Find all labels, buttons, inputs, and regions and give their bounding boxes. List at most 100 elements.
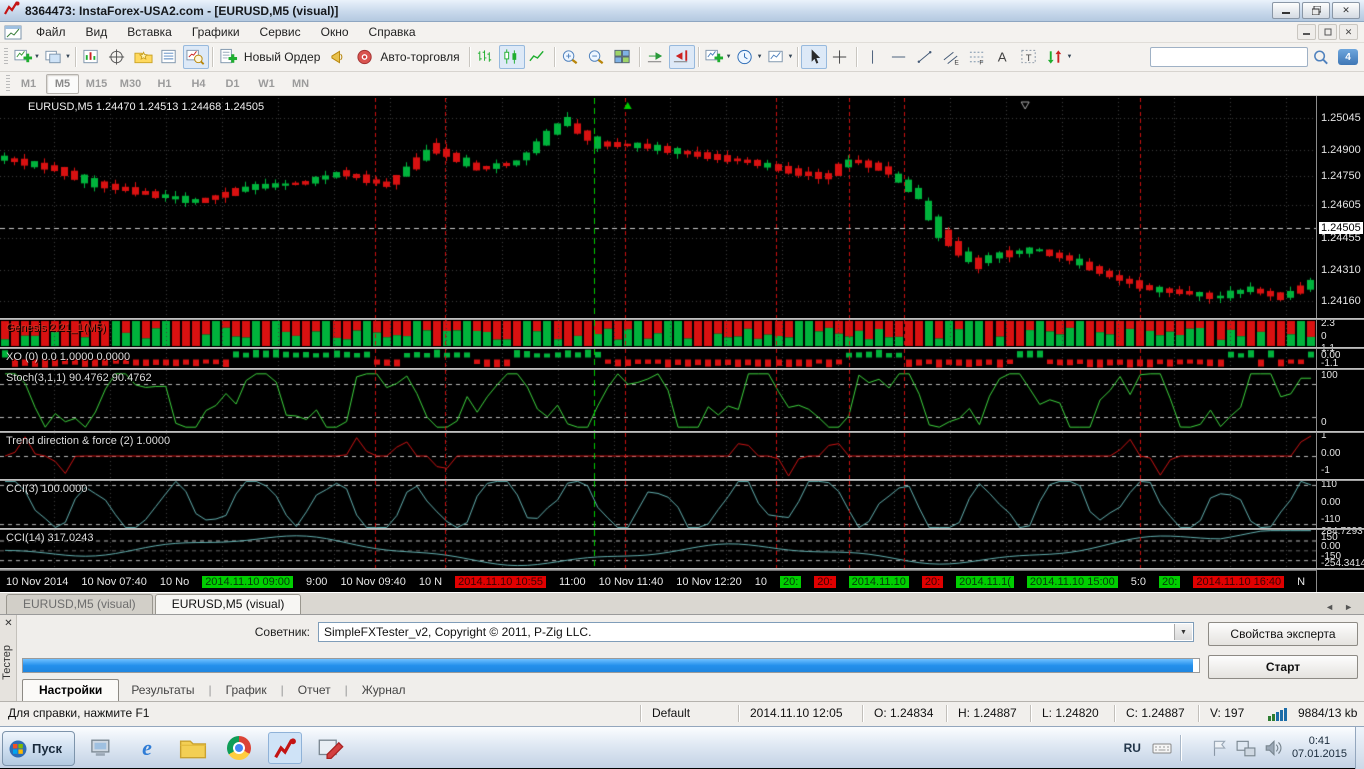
timeframe-M1[interactable]: M1: [12, 74, 45, 94]
tester-tab-3[interactable]: Отчет: [286, 680, 343, 700]
candlestick-mode-button[interactable]: [499, 45, 525, 69]
zoom-in-button[interactable]: [558, 45, 584, 69]
market-watch-button[interactable]: [79, 45, 105, 69]
tile-windows-button[interactable]: [610, 45, 636, 69]
metatrader-taskbar-icon[interactable]: [268, 732, 302, 764]
timeframe-D1[interactable]: D1: [216, 74, 249, 94]
auto-scroll-button[interactable]: [643, 45, 669, 69]
tester-tab-0[interactable]: Настройки: [22, 679, 119, 702]
zoom-out-button[interactable]: [584, 45, 610, 69]
menu-item-0[interactable]: Файл: [26, 23, 76, 41]
internet-explorer-icon[interactable]: e: [130, 732, 164, 764]
timeframe-MN[interactable]: MN: [284, 74, 317, 94]
profiles-button-dropdown-icon[interactable]: ▼: [65, 54, 71, 60]
tester-close-icon[interactable]: ✕: [2, 617, 15, 630]
minimize-button[interactable]: [1272, 2, 1300, 19]
restore-button[interactable]: [1302, 2, 1330, 19]
horizontal-line-tool[interactable]: [886, 45, 912, 69]
panel-separator[interactable]: [0, 318, 1364, 320]
trend-panel-canvas[interactable]: [0, 433, 1316, 479]
stoch-panel-canvas[interactable]: [0, 370, 1316, 431]
text-label-tool[interactable]: T: [1016, 45, 1042, 69]
auto-trading-label[interactable]: Авто-торговля: [380, 50, 459, 64]
templates-button[interactable]: [764, 45, 790, 69]
toolbar-grip[interactable]: [6, 75, 10, 93]
new-order-label[interactable]: Новый Ордер: [244, 50, 320, 64]
trendline-tool[interactable]: [912, 45, 938, 69]
periods-button-dropdown-icon[interactable]: ▼: [757, 54, 763, 60]
menu-item-6[interactable]: Справка: [359, 23, 426, 41]
child-minimize-button[interactable]: [1297, 24, 1316, 40]
speaker-icon[interactable]: [1264, 739, 1284, 757]
timeframe-M5[interactable]: M5: [46, 74, 79, 94]
chart-shift-button[interactable]: [669, 45, 695, 69]
timeframe-H4[interactable]: H4: [182, 74, 215, 94]
strategy-tester-button[interactable]: [183, 45, 209, 69]
panel-separator[interactable]: [0, 431, 1364, 433]
menu-item-1[interactable]: Вид: [76, 23, 118, 41]
start-button-taskbar[interactable]: Пуск: [2, 731, 75, 766]
search-icon[interactable]: [1308, 45, 1334, 69]
chart-window-icon[interactable]: [0, 20, 26, 44]
editor-app-icon[interactable]: [314, 732, 348, 764]
sound-button[interactable]: [326, 45, 352, 69]
tray-expand-chevron-icon[interactable]: [1188, 740, 1202, 756]
tester-tab-1[interactable]: Результаты: [119, 680, 206, 700]
xo-panel-canvas[interactable]: [0, 349, 1316, 368]
new-chart-button-dropdown-icon[interactable]: ▼: [34, 54, 40, 60]
text-tool[interactable]: A: [990, 45, 1016, 69]
folder-icon[interactable]: [176, 732, 210, 764]
search-input[interactable]: [1150, 47, 1308, 67]
time-axis[interactable]: 10 Nov 201410 Nov 07:4010 No2014.11.10 0…: [0, 570, 1316, 592]
bar-chart-mode-button[interactable]: [473, 45, 499, 69]
indicators-button-dropdown-icon[interactable]: ▼: [726, 54, 732, 60]
crosshair-window-button[interactable]: [105, 45, 131, 69]
timeframe-M30[interactable]: M30: [114, 74, 147, 94]
new-order-button[interactable]: [216, 45, 242, 69]
vertical-line-tool[interactable]: [860, 45, 886, 69]
auto-trading-button[interactable]: [352, 45, 378, 69]
price-axis[interactable]: 1.250451.249001.247501.246051.244551.243…: [1316, 96, 1364, 592]
panel-separator[interactable]: [0, 568, 1364, 570]
main-panel-canvas[interactable]: [0, 98, 1316, 318]
tab-scroll-left-icon[interactable]: ◄: [1320, 600, 1339, 614]
notifications-badge[interactable]: 4: [1338, 49, 1358, 65]
network-icon[interactable]: [1236, 739, 1256, 757]
timeframe-W1[interactable]: W1: [250, 74, 283, 94]
genesis-panel-canvas[interactable]: [0, 320, 1316, 347]
timeframe-H1[interactable]: H1: [148, 74, 181, 94]
cci14-panel-canvas[interactable]: [0, 530, 1316, 568]
expert-advisor-select[interactable]: SimpleFXTester_v2, Copyright © 2011, P-Z…: [318, 622, 1194, 642]
language-indicator[interactable]: RU: [1124, 741, 1141, 755]
child-close-button[interactable]: ✕: [1339, 24, 1358, 40]
new-chart-button[interactable]: [10, 45, 36, 69]
show-desktop-button[interactable]: [1355, 727, 1364, 769]
chart-plot[interactable]: [0, 96, 1316, 592]
panel-separator[interactable]: [0, 347, 1364, 349]
close-button[interactable]: ✕: [1332, 2, 1360, 19]
cci3-panel-canvas[interactable]: [0, 481, 1316, 528]
line-chart-mode-button[interactable]: [525, 45, 551, 69]
system-app-icon[interactable]: [84, 732, 118, 764]
chrome-icon[interactable]: [222, 732, 256, 764]
toolbar-grip[interactable]: [4, 48, 8, 66]
status-profile[interactable]: Default: [652, 706, 690, 720]
chart-tab-0[interactable]: EURUSD,M5 (visual): [6, 594, 153, 614]
combo-dropdown-icon[interactable]: ▼: [1174, 624, 1192, 640]
favorites-button[interactable]: [131, 45, 157, 69]
start-button[interactable]: Старт: [1208, 655, 1358, 679]
cursor-tool-button[interactable]: [801, 45, 827, 69]
tab-scroll-right-icon[interactable]: ►: [1339, 600, 1358, 614]
equidistant-channel-tool[interactable]: E: [938, 45, 964, 69]
indicators-button[interactable]: [702, 45, 728, 69]
fibonacci-tool[interactable]: F: [964, 45, 990, 69]
timeframe-M15[interactable]: M15: [80, 74, 113, 94]
flag-action-center-icon[interactable]: [1210, 739, 1228, 757]
crosshair-tool-button[interactable]: [827, 45, 853, 69]
periods-button[interactable]: [733, 45, 759, 69]
keyboard-icon[interactable]: [1151, 739, 1173, 757]
menu-item-4[interactable]: Сервис: [250, 23, 311, 41]
menu-item-2[interactable]: Вставка: [117, 23, 182, 41]
taskbar-clock[interactable]: 0:41 07.01.2015: [1292, 735, 1347, 761]
panel-separator[interactable]: [0, 368, 1364, 370]
